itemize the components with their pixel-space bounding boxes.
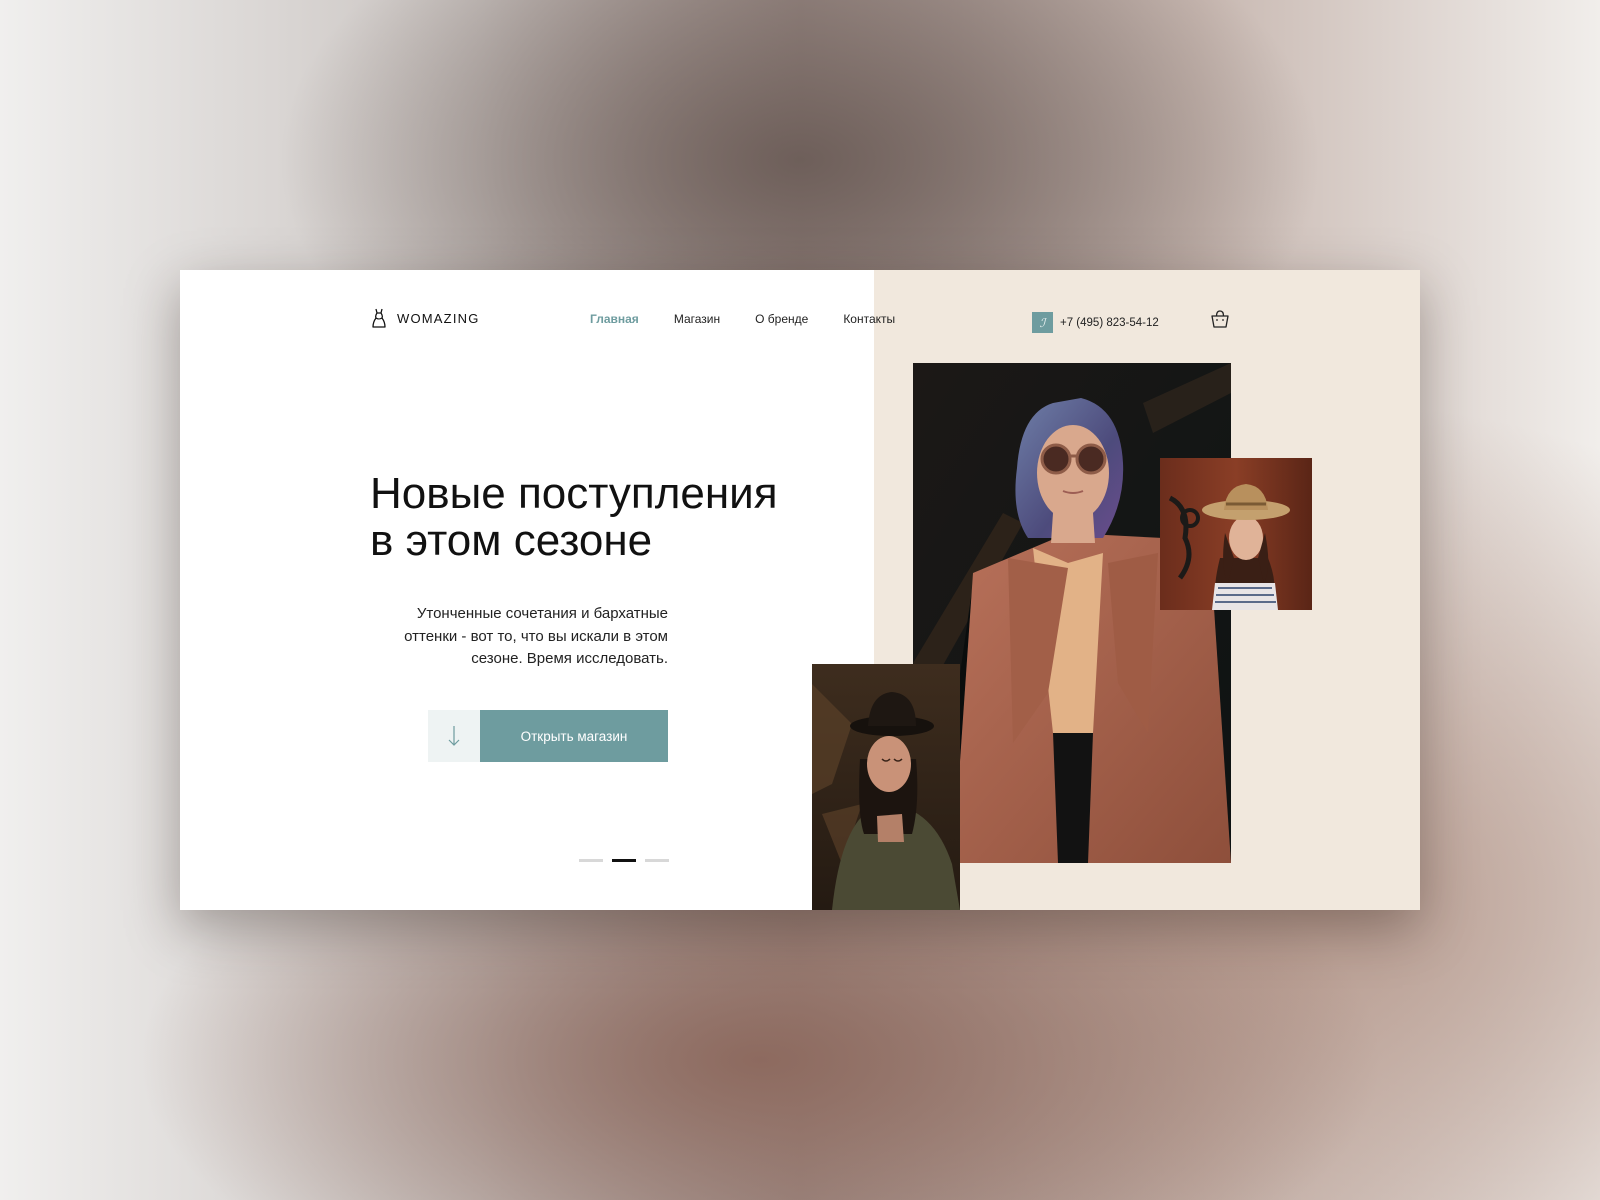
brand-name: WOMAZING (397, 310, 480, 326)
hero-title: Новые поступления в этом сезоне (370, 470, 778, 564)
brand-logo[interactable]: WOMAZING (370, 308, 480, 328)
phone-number: +7 (495) 823-54-12 (1060, 316, 1159, 329)
open-shop-button[interactable]: Открыть магазин (480, 710, 668, 762)
dress-icon (372, 308, 386, 328)
hero-description-line: оттенки - вот то, что вы искали в этом (404, 627, 668, 645)
header-phone[interactable]: ℐ +7 (495) 823-54-12 (1032, 312, 1159, 333)
nav-item-home[interactable]: Главная (590, 312, 639, 326)
slider-dot[interactable] (645, 859, 669, 862)
nav-item-shop[interactable]: Магазин (674, 312, 720, 326)
phone-icon: ℐ (1032, 312, 1053, 333)
hero-title-line: Новые поступления (370, 469, 778, 518)
nav-item-contacts[interactable]: Контакты (843, 312, 895, 326)
slider-dot[interactable] (579, 859, 603, 862)
main-nav: Главная Магазин О бренде Контакты (590, 312, 930, 326)
website-mockup: WOMAZING Главная Магазин О бренде Контак… (180, 270, 1420, 910)
scroll-down-button[interactable] (428, 710, 480, 762)
hero-photo-main (913, 363, 1231, 863)
hero-photo-bottom (812, 664, 960, 910)
arrow-down-icon (448, 726, 460, 746)
hero-description-line: сезоне. Время исследовать. (471, 650, 668, 667)
shopping-bag-icon[interactable] (1210, 309, 1230, 329)
slider-pagination (579, 859, 669, 862)
hero-title-line: в этом сезоне (370, 516, 653, 565)
hero-cta-group: Открыть магазин (428, 710, 668, 762)
hero-photo-hat (1160, 458, 1312, 610)
hero-description: Утонченные сочетания и бархатные оттенки… (340, 603, 668, 671)
hero-description-line: Утонченные сочетания и бархатные (416, 605, 668, 622)
nav-item-about[interactable]: О бренде (755, 312, 808, 326)
slider-dot-active[interactable] (612, 859, 636, 862)
